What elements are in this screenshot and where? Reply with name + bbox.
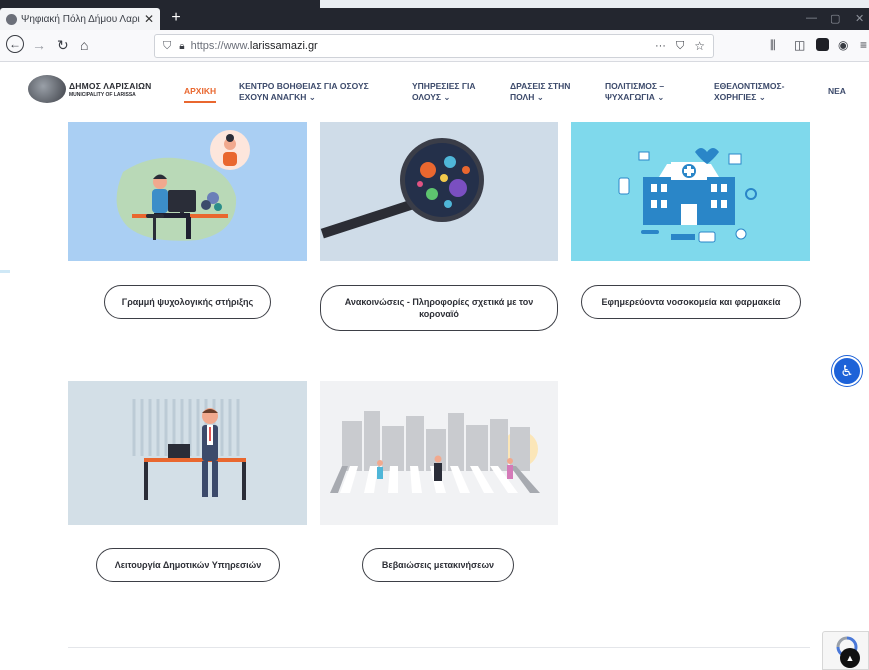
back-icon[interactable]: ← [6, 35, 24, 53]
menu-help-center-line1: ΚΕΝΤΡΟ ΒΟΗΘΕΙΑΣ ΓΙΑ ΟΣΟΥΣ [239, 81, 369, 91]
page-actions-icon[interactable]: ··· [655, 40, 666, 52]
menu-culture[interactable]: ΠΟΛΙΤΙΣΜΟΣ – ΨΥΧΑΓΩΓΙΑ ⌄ [605, 81, 664, 103]
menu-city-actions[interactable]: ΔΡΑΣΕΙΣ ΣΤΗΝ ΠΟΛΗ ⌄ [510, 81, 570, 103]
footer-divider [68, 647, 810, 648]
menu-home[interactable]: ΑΡΧΙΚΗ [184, 86, 216, 97]
close-window-icon[interactable]: ✕ [855, 12, 864, 25]
menu-culture-line2: ΨΥΧΑΓΩΓΙΑ ⌄ [605, 92, 665, 102]
movement-certificates-image[interactable] [320, 381, 558, 525]
hospitals-pharmacies-image[interactable] [571, 122, 810, 261]
hospitals-pharmacies-button[interactable]: Εφημερεύοντα νοσοκομεία και φαρμακεία [581, 285, 801, 319]
shield-icon[interactable]: ⛉ [163, 40, 171, 53]
home-icon[interactable]: ⌂ [80, 37, 88, 53]
account-icon[interactable]: ◉ [838, 38, 848, 52]
pocket-icon[interactable]: ⛉ [676, 40, 684, 53]
coronavirus-news-button-line1: Ανακοινώσεις - Πληροφορίες σχετικά με το… [344, 297, 534, 307]
menu-services[interactable]: ΥΠΗΡΕΣΙΕΣ ΓΙΑ ΟΛΟΥΣ ⌄ [412, 81, 476, 103]
url-protocol: https://www. [190, 40, 250, 52]
menu-news[interactable]: ΝΕΑ [828, 86, 846, 97]
titlebar-strip [320, 0, 869, 8]
logo-emblem-icon [28, 75, 66, 103]
tab-title: Ψηφιακή Πόλη Δήμου Λαρισαίων [21, 13, 140, 25]
menu-services-line2: ΟΛΟΥΣ ⌄ [412, 92, 451, 102]
menu-help-center-line2: ΕΧΟΥΝ ΑΝΑΓΚΗ ⌄ [239, 92, 316, 102]
menu-help-center[interactable]: ΚΕΝΤΡΟ ΒΟΗΘΕΙΑΣ ΓΙΑ ΟΣΟΥΣ ΕΧΟΥΝ ΑΝΑΓΚΗ ⌄ [239, 81, 369, 103]
psychological-support-button[interactable]: Γραμμή ψυχολογικής στήριξης [104, 285, 271, 319]
coronavirus-news-button-line2: κοροναϊό [419, 309, 459, 319]
menu-active-indicator [184, 101, 216, 103]
forward-icon[interactable]: → [32, 37, 46, 53]
menu-services-line1: ΥΠΗΡΕΣΙΕΣ ΓΙΑ [412, 81, 476, 91]
movement-certificates-button[interactable]: Βεβαιώσεις μετακινήσεων [362, 548, 514, 582]
left-edge-accent [0, 270, 10, 273]
tab-close-icon[interactable]: ✕ [144, 12, 154, 26]
new-tab-button[interactable]: + [166, 8, 186, 28]
menu-volunteering[interactable]: ΕΘΕΛΟΝΤΙΣΜΟΣ- ΧΟΡΗΓΙΕΣ ⌄ [714, 81, 784, 103]
browser-tab[interactable]: Ψηφιακή Πόλη Δήμου Λαρισαίων ✕ [0, 8, 160, 30]
lock-icon[interactable]: 🔒︎ [179, 41, 184, 52]
chevron-up-icon: ▲ [845, 653, 855, 663]
menu-city-actions-line1: ΔΡΑΣΕΙΣ ΣΤΗΝ [510, 81, 571, 91]
minimize-icon[interactable]: — [806, 12, 817, 24]
psychological-support-image[interactable] [68, 122, 307, 261]
accessibility-icon[interactable]: ♿︎ [832, 356, 862, 386]
menu-culture-line1: ΠΟΛΙΤΙΣΜΟΣ – [605, 81, 665, 91]
url-host: larissamazi.gr [249, 40, 318, 52]
sidebar-icon[interactable]: ◫ [794, 38, 805, 52]
restore-icon[interactable]: ▢ [830, 12, 840, 25]
menu-city-actions-line2: ΠΟΛΗ ⌄ [510, 92, 544, 102]
menu-icon[interactable]: ≡ [860, 38, 867, 52]
logo-line2: MUNICIPALITY OF LARISSA [69, 91, 136, 98]
bookmark-star-icon[interactable]: ☆ [694, 39, 705, 53]
coronavirus-news-button[interactable]: Ανακοινώσεις - Πληροφορίες σχετικά με το… [320, 285, 558, 331]
browser-navbar: ← → ↻ ⌂ ⛉ 🔒︎ https://www. larissamazi.gr … [0, 30, 869, 62]
logo-line1: ΔΗΜΟΣ ΛΑΡΙΣΑΙΩΝ [69, 80, 152, 91]
globe-favicon-icon [6, 13, 17, 25]
municipality-logo[interactable]: ΔΗΜΟΣ ΛΑΡΙΣΑΙΩΝ MUNICIPALITY OF LARISSA [28, 75, 151, 103]
municipal-services-image[interactable] [68, 381, 307, 525]
extension-icon[interactable] [816, 38, 829, 51]
municipal-services-button[interactable]: Λειτουργία Δημοτικών Υπηρεσιών [96, 548, 280, 582]
menu-volunteering-line2: ΧΟΡΗΓΙΕΣ ⌄ [714, 92, 766, 102]
scroll-to-top-button[interactable]: ▲ [840, 648, 860, 668]
coronavirus-news-image[interactable] [320, 122, 558, 261]
reload-icon[interactable]: ↻ [57, 37, 69, 53]
url-bar[interactable]: ⛉ 🔒︎ https://www. larissamazi.gr ··· ⛉ ☆ [154, 34, 714, 58]
menu-volunteering-line1: ΕΘΕΛΟΝΤΙΣΜΟΣ- [714, 81, 785, 91]
library-icon[interactable]: ⫼ [770, 38, 776, 53]
